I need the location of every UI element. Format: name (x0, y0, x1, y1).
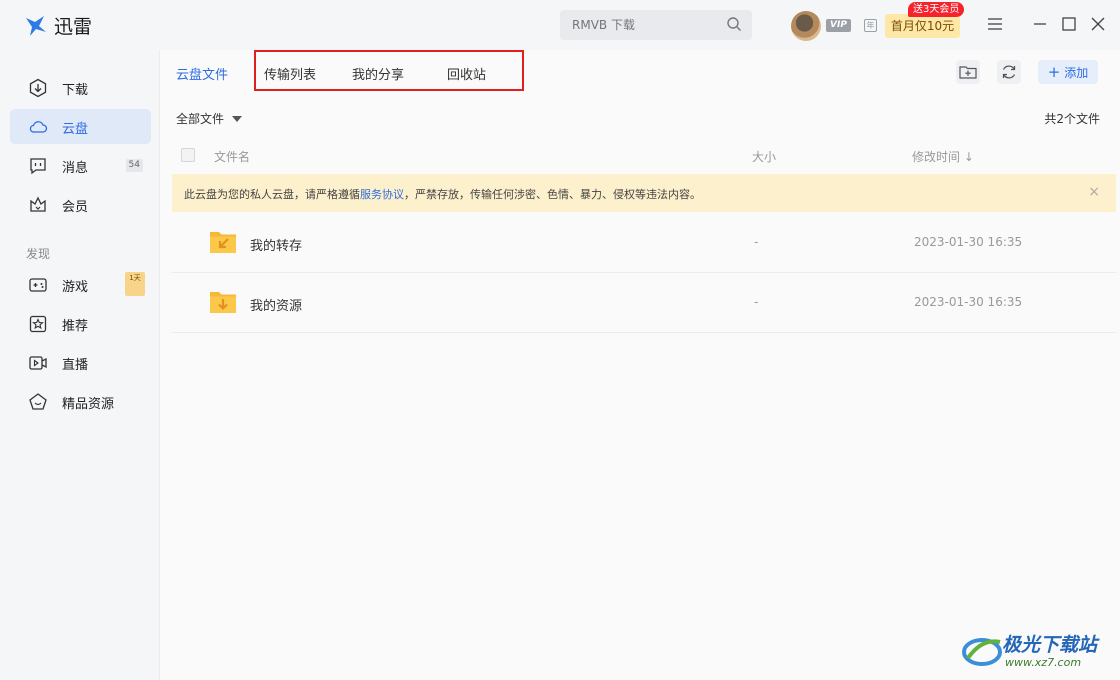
watermark-logo-icon (962, 638, 1002, 666)
gamepad-icon (29, 278, 47, 292)
close-notice-icon[interactable]: × (1088, 184, 1100, 200)
watermark-url: www.xz7.com (1005, 656, 1082, 669)
sidebar-item-label: 会员 (62, 200, 89, 215)
notice-text: 此云盘为您的私人云盘，请严格遵循服务协议，严禁存放，传输任何涉密、色情、暴力、侵… (184, 186, 701, 202)
transfer-folder-icon (210, 232, 236, 253)
sidebar-item-label: 下载 (62, 83, 89, 98)
file-modified-time: 2023-01-30 16:35 (914, 295, 1023, 309)
search-box[interactable] (560, 10, 752, 40)
sidebar-item-label: 推荐 (62, 319, 89, 334)
file-size: - (754, 235, 759, 249)
table-row[interactable]: 我的资源 - 2023-01-30 16:35 (172, 273, 1116, 333)
maximize-icon[interactable] (1061, 16, 1077, 32)
resource-folder-icon (210, 292, 236, 313)
promo-button[interactable]: 首月仅10元 (885, 14, 960, 38)
main-panel: 云盘文件 传输列表 我的分享 回收站 + 添加 全部文件 共2个文件 文件名 大… (160, 50, 1120, 680)
tabs-highlight-box (254, 50, 524, 91)
add-button[interactable]: + 添加 (1038, 60, 1098, 84)
add-button-label: 添加 (1064, 66, 1089, 80)
service-agreement-link[interactable]: 服务协议 (360, 188, 404, 201)
sidebar-item-download[interactable]: 下载 (10, 70, 151, 105)
title-bar: 迅雷 VIP 年 首月仅10元 送3天会员 (0, 0, 1120, 50)
year-badge: 年 (864, 19, 877, 32)
file-filter-dropdown[interactable]: 全部文件 (176, 110, 242, 127)
sidebar-item-label: 消息 (62, 161, 89, 176)
watermark-title: 极光下载站 (1002, 634, 1098, 656)
crown-icon (30, 196, 46, 212)
search-input[interactable] (572, 16, 722, 34)
minimize-icon[interactable] (1032, 16, 1048, 32)
avatar[interactable] (791, 11, 821, 41)
tab-cloud-files[interactable]: 云盘文件 (176, 64, 228, 83)
game-promo-badge[interactable]: 1天 (125, 272, 145, 296)
live-icon (29, 356, 47, 370)
notice-suffix: ，严禁存放，传输任何涉密、色情、暴力、侵权等违法内容。 (404, 188, 701, 201)
app-title: 迅雷 (54, 16, 93, 38)
file-filter-label: 全部文件 (176, 112, 225, 126)
thunder-bird-icon (26, 15, 46, 36)
select-all-checkbox[interactable] (181, 148, 195, 162)
sidebar-item-premium-resources[interactable]: 精品资源 (10, 384, 151, 419)
table-header: 文件名 大小 修改时间 ↓ (172, 140, 1116, 172)
sidebar-item-recommend[interactable]: 推荐 (10, 306, 151, 341)
message-count-badge: 54 (125, 159, 143, 172)
sidebar-item-label: 精品资源 (62, 397, 115, 412)
sidebar-item-label: 游戏 (62, 280, 89, 295)
column-header-modified-label: 修改时间 (912, 150, 961, 164)
vip-badge: VIP (826, 19, 851, 32)
column-header-name[interactable]: 文件名 (214, 148, 250, 165)
caret-down-icon (231, 116, 242, 122)
file-count: 共2个文件 (1044, 112, 1100, 126)
watermark: 极光下载站 www.xz7.com (960, 625, 1115, 675)
sidebar-item-messages[interactable]: 消息 54 (10, 148, 151, 183)
notice-banner: 此云盘为您的私人云盘，请严格遵循服务协议，严禁存放，传输任何涉密、色情、暴力、侵… (172, 174, 1116, 212)
file-size: - (754, 295, 759, 309)
promo-tag: 送3天会员 (908, 2, 965, 17)
sort-down-icon: ↓ (963, 150, 974, 164)
sidebar: 下载 云盘 消息 54 会员 发现 游戏 1天 推荐 直播 精品资源 (0, 50, 160, 680)
file-name[interactable]: 我的资源 (250, 295, 302, 314)
download-icon (29, 78, 47, 98)
refresh-icon (1002, 65, 1016, 79)
sidebar-item-label: 云盘 (62, 122, 89, 137)
sidebar-item-games[interactable]: 游戏 1天 (10, 267, 151, 302)
app-logo: 迅雷 (24, 12, 92, 39)
column-header-size[interactable]: 大小 (752, 148, 776, 165)
column-header-modified[interactable]: 修改时间 ↓ (912, 148, 974, 165)
new-folder-button[interactable] (956, 60, 980, 84)
refresh-button[interactable] (997, 60, 1021, 84)
new-folder-icon (959, 66, 977, 79)
star-icon (29, 315, 47, 333)
notice-prefix: 此云盘为您的私人云盘，请严格遵循 (184, 188, 360, 201)
close-icon[interactable] (1090, 16, 1106, 32)
cloud-icon (29, 121, 48, 133)
sidebar-item-label: 直播 (62, 358, 89, 373)
file-modified-time: 2023-01-30 16:35 (914, 235, 1023, 249)
message-icon (30, 158, 46, 175)
table-row[interactable]: 我的转存 - 2023-01-30 16:35 (172, 213, 1116, 273)
file-name[interactable]: 我的转存 (250, 235, 302, 254)
sidebar-item-cloud[interactable]: 云盘 (10, 109, 151, 144)
search-icon[interactable] (726, 16, 742, 32)
menu-icon[interactable] (987, 16, 1003, 32)
sidebar-item-live[interactable]: 直播 (10, 345, 151, 380)
sidebar-item-vip[interactable]: 会员 (10, 187, 151, 222)
game-badge-label: 1天 (129, 274, 141, 282)
plus-icon: + (1047, 63, 1061, 81)
discover-section-label: 发现 (26, 247, 51, 261)
gem-icon (29, 393, 47, 410)
